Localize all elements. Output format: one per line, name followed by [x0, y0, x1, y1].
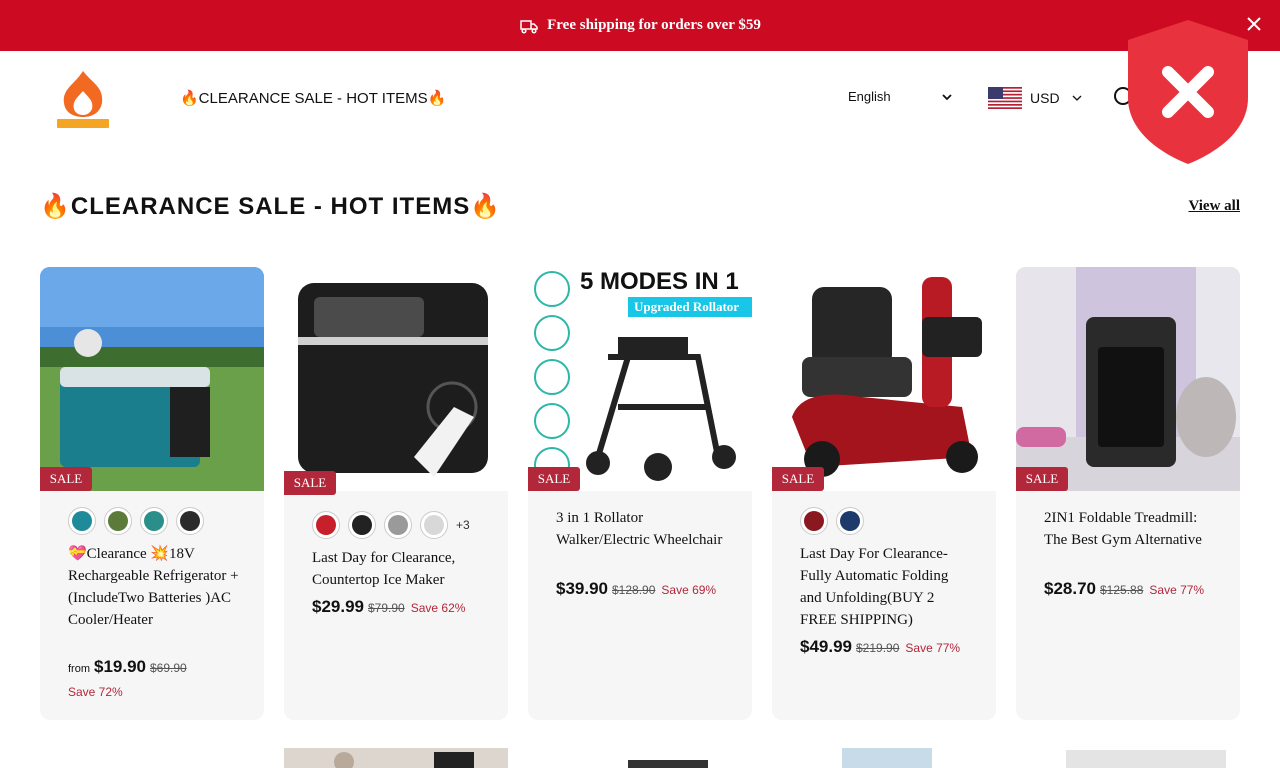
truck-icon	[520, 19, 538, 34]
save-percent: Save 62%	[410, 601, 466, 615]
color-swatch[interactable]	[68, 507, 96, 535]
product-image-partial[interactable]	[1016, 748, 1240, 768]
price-row: $29.99 $79.90 Save 62%	[312, 597, 465, 617]
sale-price: $39.90	[556, 579, 608, 598]
color-swatch[interactable]	[140, 507, 168, 535]
product-grid: SALE 💝Clearance 💥18V Rechargeable Refrig…	[40, 267, 1240, 720]
color-swatches	[800, 507, 872, 535]
product-name[interactable]: 💝Clearance 💥18V Rechargeable Refrigerato…	[68, 543, 240, 631]
sale-price: $49.99	[800, 637, 852, 656]
save-percent: Save 72%	[68, 685, 123, 699]
color-swatch[interactable]	[800, 507, 828, 535]
view-all-link[interactable]: View all	[1188, 198, 1240, 215]
product-image-rollator[interactable]: 5 MODES IN 1 Upgraded Rollator	[528, 267, 752, 491]
swatch-fill	[424, 515, 444, 535]
chevron-down-icon	[942, 93, 952, 100]
color-swatch[interactable]	[312, 511, 340, 539]
language-select[interactable]: English	[848, 89, 952, 104]
swatch-fill	[144, 511, 164, 531]
price-row: from $19.90 $69.90	[68, 657, 193, 677]
product-image-scooter[interactable]	[772, 267, 996, 491]
color-swatches: +3	[312, 511, 470, 539]
compare-price: $79.90	[368, 601, 405, 615]
color-swatch[interactable]	[384, 511, 412, 539]
product-image-cooler[interactable]	[40, 267, 264, 491]
product-card[interactable]: SALE 2IN1 Foldable Treadmill: The Best G…	[1016, 267, 1240, 720]
product-card[interactable]: SALE Last Day For Clearance-Fully Automa…	[772, 267, 996, 720]
swatch-fill	[180, 511, 200, 531]
swatch-fill	[804, 511, 824, 531]
site-header: 🔥CLEARANCE SALE - HOT ITEMS🔥 English USD	[0, 51, 1280, 147]
compare-price: $219.90	[856, 641, 900, 655]
color-swatches	[68, 507, 212, 535]
currency-select[interactable]: USD	[988, 87, 1082, 109]
chevron-down-icon	[1072, 95, 1082, 101]
price-row: $39.90 $128.90 Save 69%	[556, 579, 716, 599]
announcement-text: Free shipping for orders over $59	[547, 17, 761, 33]
product-image-ice-maker[interactable]	[284, 267, 508, 491]
swatch-fill	[352, 515, 372, 535]
product-image-partial[interactable]	[284, 748, 508, 768]
sale-badge: SALE	[284, 471, 336, 495]
save-percent: Save 77%	[905, 641, 961, 655]
product-name[interactable]: 2IN1 Foldable Treadmill: The Best Gym Al…	[1044, 507, 1216, 551]
image-tag: Upgraded Rollator	[634, 299, 739, 314]
price-row: $28.70 $125.88 Save 77%	[1044, 579, 1204, 599]
more-swatches-count[interactable]: +3	[456, 518, 470, 532]
product-card[interactable]: SALE 💝Clearance 💥18V Rechargeable Refrig…	[40, 267, 264, 720]
product-image-treadmill[interactable]	[1016, 267, 1240, 491]
sale-badge: SALE	[772, 467, 824, 491]
compare-price: $69.90	[150, 661, 187, 675]
color-swatch[interactable]	[836, 507, 864, 535]
brand-logo[interactable]	[54, 69, 112, 129]
announcement-bar: Free shipping for orders over $59	[0, 0, 1280, 51]
language-value: English	[848, 89, 891, 104]
us-flag-icon	[988, 87, 1022, 109]
nav-link-clearance[interactable]: 🔥CLEARANCE SALE - HOT ITEMS🔥	[180, 89, 446, 107]
swatch-fill	[316, 515, 336, 535]
product-image-partial[interactable]	[528, 748, 752, 768]
color-swatch[interactable]	[420, 511, 448, 539]
currency-value: USD	[1030, 90, 1060, 106]
product-name[interactable]: Last Day For Clearance-Fully Automatic F…	[800, 543, 972, 631]
swatch-fill	[840, 511, 860, 531]
color-swatch[interactable]	[176, 507, 204, 535]
compare-price: $128.90	[612, 583, 656, 597]
save-percent: Save 69%	[661, 583, 717, 597]
save-percent: Save 77%	[1149, 583, 1205, 597]
image-heading: 5 MODES IN 1	[580, 268, 739, 295]
blocked-shield-icon	[1128, 20, 1248, 164]
sale-badge: SALE	[1016, 467, 1068, 491]
sale-badge: SALE	[528, 467, 580, 491]
color-swatch[interactable]	[104, 507, 132, 535]
sale-badge: SALE	[40, 467, 92, 491]
swatch-fill	[72, 511, 92, 531]
price-from-label: from	[68, 663, 90, 675]
product-name[interactable]: 3 in 1 Rollator Walker/Electric Wheelcha…	[556, 507, 728, 551]
color-swatch[interactable]	[348, 511, 376, 539]
sale-price: $28.70	[1044, 579, 1096, 598]
sale-price: $19.90	[94, 657, 146, 676]
product-image-partial[interactable]	[772, 748, 996, 768]
product-card[interactable]: 5 MODES IN 1 Upgraded Rollator SALE 3 in…	[528, 267, 752, 720]
product-grid-next-row	[0, 748, 1280, 768]
product-card[interactable]: SALE +3 Last Day for Clearance, Countert…	[284, 267, 508, 720]
swatch-fill	[388, 515, 408, 535]
sale-price: $29.99	[312, 597, 364, 616]
price-row: $49.99 $219.90 Save 77%	[800, 637, 960, 657]
product-name[interactable]: Last Day for Clearance, Countertop Ice M…	[312, 547, 484, 591]
compare-price: $125.88	[1100, 583, 1144, 597]
section-title: 🔥CLEARANCE SALE - HOT ITEMS🔥	[40, 193, 502, 220]
swatch-fill	[108, 511, 128, 531]
